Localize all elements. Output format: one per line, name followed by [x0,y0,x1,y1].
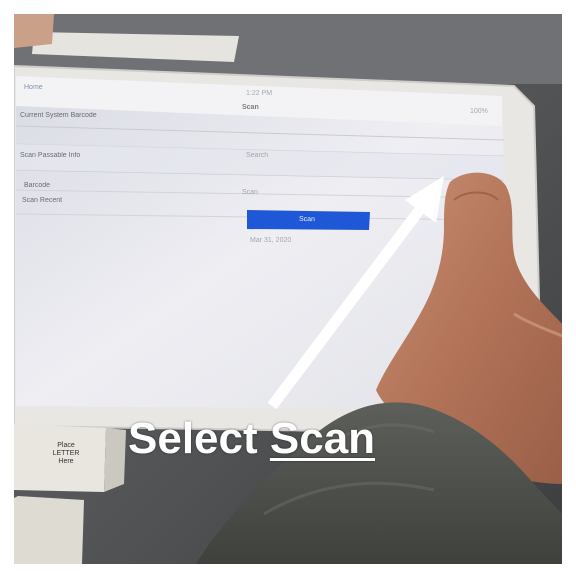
scan-button[interactable]: Scan [247,209,367,231]
screen-row-value-2: Search [246,152,269,159]
label-card-text: Place LETTER Here [52,442,80,465]
screen-row-label-4: Scan Recent [22,197,63,204]
photo: Home 1:22 PM Scan 100% Current System Ba… [14,14,562,564]
screen-footnote: Mar 31, 2020 [250,237,292,244]
caption: Select Scan [128,414,375,464]
screen-row-label-1: Current System Barcode [20,112,97,119]
screen-row-label-3: Barcode [24,182,51,189]
scene [14,14,562,564]
screen-status-battery: 100% [470,108,488,115]
screen-status-time: 1:22 PM [246,90,273,97]
screen-row-value-3: Scan [242,189,258,196]
caption-lead: Select [128,414,258,463]
caption-emphasis: Scan [269,414,376,463]
screen-title: Scan [242,104,259,111]
screen-row-label-2: Scan Passable Info [20,152,81,159]
screen-back-label: Home [24,84,43,91]
